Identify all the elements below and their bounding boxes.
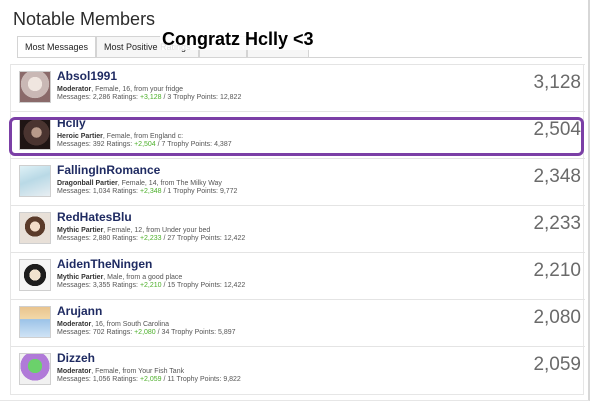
- member-details: , 16, from South Carolina: [91, 321, 170, 328]
- trophies-label: / 3 Trophy Points:: [163, 94, 218, 101]
- messages-count: 1,034: [92, 188, 111, 195]
- trophies-label: / 34 Trophy Points:: [157, 329, 217, 336]
- member-row: RedHatesBlu Mythic Partier, Female, 12, …: [11, 205, 585, 252]
- member-score: 2,233: [533, 213, 581, 234]
- messages-count: 1,056: [92, 376, 111, 383]
- ratings-count: +3,128: [139, 94, 162, 101]
- ratings-label: Ratings:: [112, 376, 138, 383]
- tab-divider: [17, 57, 582, 58]
- avatar[interactable]: [19, 353, 51, 385]
- ratings-label: Ratings:: [112, 235, 138, 242]
- member-score: 2,210: [533, 260, 581, 281]
- member-stats: Messages: 702 Ratings: +2,080 / 34 Troph…: [57, 329, 236, 336]
- member-role: Moderator: [57, 368, 92, 375]
- trophy-points: 9,772: [219, 188, 238, 195]
- messages-label: Messages:: [57, 188, 91, 195]
- highlight-outline: [9, 117, 584, 156]
- member-role: Mythic Partier: [57, 227, 104, 234]
- page-title: Notable Members: [13, 9, 156, 29]
- trophy-points: 9,822: [223, 376, 241, 383]
- member-list: Absol1991 Moderator, Female, 16, from yo…: [10, 64, 585, 395]
- trophies-label: / 27 Trophy Points:: [163, 235, 222, 242]
- member-score: 3,128: [533, 72, 581, 93]
- member-role: Moderator: [57, 86, 92, 93]
- member-details: , Female, 16, from your fridge: [91, 86, 184, 93]
- ratings-count: +2,348: [139, 188, 162, 195]
- ratings-label: Ratings:: [112, 188, 138, 195]
- member-stats: Messages: 2,286 Ratings: +3,128 / 3 Trop…: [57, 94, 241, 101]
- ratings-count: +2,233: [139, 235, 162, 242]
- messages-count: 3,355: [92, 282, 111, 289]
- member-row: AidenTheNingen Mythic Partier, Male, fro…: [11, 252, 585, 299]
- ratings-count: +2,080: [134, 329, 156, 336]
- ratings-count: +2,059: [139, 376, 162, 383]
- messages-label: Messages:: [57, 282, 91, 289]
- messages-count: 702: [92, 329, 105, 336]
- member-details: , Female, 14, from The Milky Way: [117, 180, 222, 187]
- member-info: Mythic Partier, Female, 12, from Under y…: [57, 227, 210, 234]
- member-row: FallingInRomance Dragonball Partier, Fem…: [11, 158, 585, 205]
- trophies-label: / 11 Trophy Points:: [163, 376, 222, 383]
- avatar[interactable]: [19, 259, 51, 291]
- member-role: Moderator: [57, 321, 92, 328]
- messages-count: 2,880: [92, 235, 111, 242]
- member-info: Mythic Partier, Male, from a good place: [57, 274, 182, 281]
- ratings-label: Ratings:: [112, 94, 138, 101]
- trophy-points: 5,897: [217, 329, 236, 336]
- member-name[interactable]: FallingInRomance: [57, 163, 160, 177]
- ratings-label: Ratings:: [112, 282, 138, 289]
- messages-count: 2,286: [92, 94, 111, 101]
- member-name[interactable]: RedHatesBlu: [57, 210, 132, 224]
- trophy-points: 12,822: [219, 94, 242, 101]
- member-stats: Messages: 2,880 Ratings: +2,233 / 27 Tro…: [57, 235, 245, 242]
- trophies-label: / 15 Trophy Points:: [163, 282, 222, 289]
- member-info: Dragonball Partier, Female, 14, from The…: [57, 180, 222, 187]
- member-info: Moderator, 16, from South Carolina: [57, 321, 169, 328]
- member-info: Moderator, Female, from Your Fish Tank: [57, 368, 184, 375]
- tab-most-messages[interactable]: Most Messages: [17, 36, 97, 57]
- avatar[interactable]: [19, 212, 51, 244]
- member-name[interactable]: Dizzeh: [57, 351, 95, 365]
- avatar[interactable]: [19, 165, 51, 197]
- member-stats: Messages: 1,034 Ratings: +2,348 / 1 Trop…: [57, 188, 237, 195]
- messages-label: Messages:: [57, 329, 91, 336]
- member-role: Dragonball Partier: [57, 180, 118, 187]
- member-name[interactable]: Arujann: [57, 304, 102, 318]
- member-row: Arujann Moderator, 16, from South Caroli…: [11, 299, 585, 346]
- member-details: , Male, from a good place: [103, 274, 183, 281]
- member-row: Dizzeh Moderator, Female, from Your Fish…: [11, 346, 585, 393]
- trophy-points: 12,422: [223, 282, 246, 289]
- messages-label: Messages:: [57, 94, 91, 101]
- ratings-count: +2,210: [139, 282, 162, 289]
- trophies-label: / 1 Trophy Points:: [163, 188, 218, 195]
- trophy-points: 12,422: [223, 235, 246, 242]
- member-details: , Female, from Your Fish Tank: [91, 368, 185, 375]
- avatar[interactable]: [19, 306, 51, 338]
- ratings-label: Ratings:: [106, 329, 133, 336]
- member-score: 2,080: [533, 307, 581, 328]
- overlay-caption: Congratz Hclly <3: [160, 29, 316, 50]
- member-name[interactable]: Absol1991: [57, 69, 117, 83]
- member-row: Absol1991 Moderator, Female, 16, from yo…: [11, 64, 585, 111]
- member-role: Mythic Partier: [57, 274, 104, 281]
- member-name[interactable]: AidenTheNingen: [57, 257, 152, 271]
- messages-label: Messages:: [57, 376, 91, 383]
- member-stats: Messages: 3,355 Ratings: +2,210 / 15 Tro…: [57, 282, 245, 289]
- member-stats: Messages: 1,056 Ratings: +2,059 / 11 Tro…: [57, 376, 241, 383]
- avatar[interactable]: [19, 71, 51, 103]
- member-score: 2,059: [533, 354, 581, 375]
- member-score: 2,348: [533, 166, 581, 187]
- member-details: , Female, 12, from Under your bed: [103, 227, 211, 234]
- member-info: Moderator, Female, 16, from your fridge: [57, 86, 183, 93]
- messages-label: Messages:: [57, 235, 91, 242]
